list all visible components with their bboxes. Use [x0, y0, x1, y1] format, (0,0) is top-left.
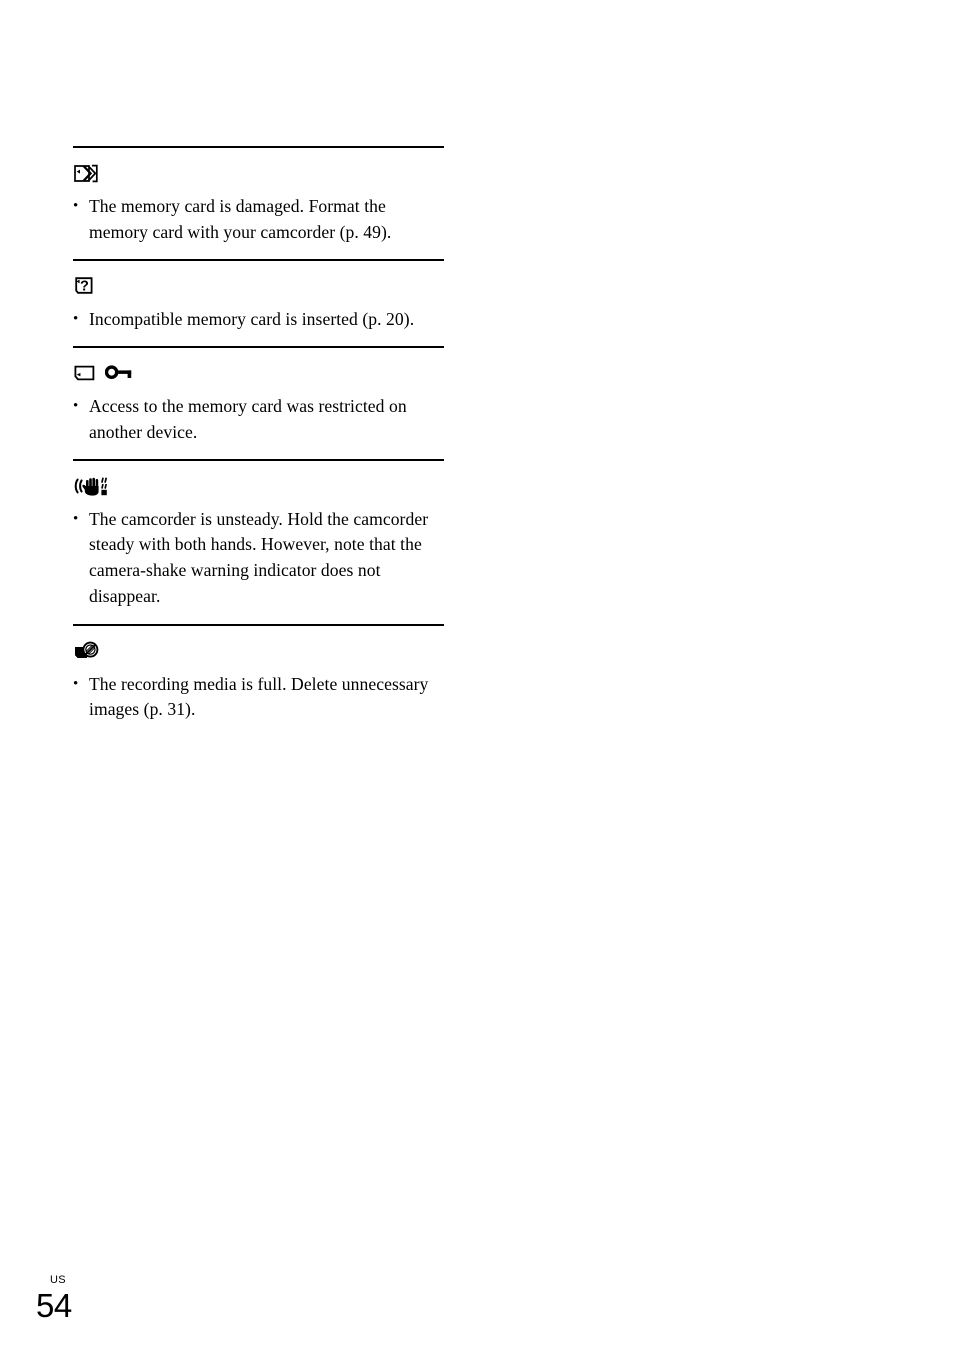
bullet-marker: • — [73, 510, 79, 527]
list-item: • The camcorder is unsteady. Hold the ca… — [73, 503, 444, 624]
warning-section-camera-shake: • The camcorder is unsteady. Hold the ca… — [73, 459, 444, 624]
indicator-icon-row — [73, 626, 444, 668]
list-item: • The memory card is damaged. Format the… — [73, 190, 444, 259]
locale-label: US — [50, 1274, 66, 1286]
bullet-marker: • — [73, 198, 79, 214]
warning-description: The recording media is full. Delete unne… — [89, 673, 429, 720]
camera-shake-warning-icon — [73, 475, 113, 497]
svg-text:?: ? — [80, 279, 89, 295]
bullet-marker: • — [73, 310, 79, 327]
warning-indicator-list: • The memory card is damaged. Format the… — [73, 146, 444, 737]
key-icon — [105, 364, 134, 382]
warning-section-incompatible-card: ? • Incompatible memory card is inserted… — [73, 259, 444, 346]
memory-card-locked-icon — [73, 363, 98, 383]
warning-description: Incompatible memory card is inserted (p.… — [89, 308, 415, 329]
list-item: • The recording media is full. Delete un… — [73, 668, 444, 737]
list-item: • Incompatible memory card is inserted (… — [73, 303, 444, 347]
page-footer: US 54 — [36, 1274, 126, 1324]
indicator-icon-row — [73, 148, 444, 190]
page-number: 54 — [36, 1287, 72, 1324]
warning-section-media-full: • The recording media is full. Delete un… — [73, 624, 444, 737]
warning-description: Access to the memory card was restricted… — [89, 395, 407, 442]
warning-section-access-restricted: • Access to the memory card was restrict… — [73, 346, 444, 459]
recording-media-full-icon — [73, 640, 101, 662]
manual-page: • The memory card is damaged. Format the… — [0, 0, 954, 1357]
list-item: • Access to the memory card was restrict… — [73, 390, 444, 459]
memory-card-unknown-icon: ? — [73, 275, 97, 296]
warning-section-memory-card-damaged: • The memory card is damaged. Format the… — [73, 146, 444, 259]
warning-description: The camcorder is unsteady. Hold the camc… — [89, 508, 429, 606]
memory-card-damaged-icon — [73, 163, 99, 184]
warning-description: The memory card is damaged. Format the m… — [89, 196, 392, 242]
bullet-marker: • — [73, 675, 79, 692]
indicator-icon-row — [73, 348, 444, 390]
bullet-marker: • — [73, 397, 79, 414]
indicator-icon-row — [73, 461, 444, 503]
indicator-icon-row: ? — [73, 261, 444, 303]
